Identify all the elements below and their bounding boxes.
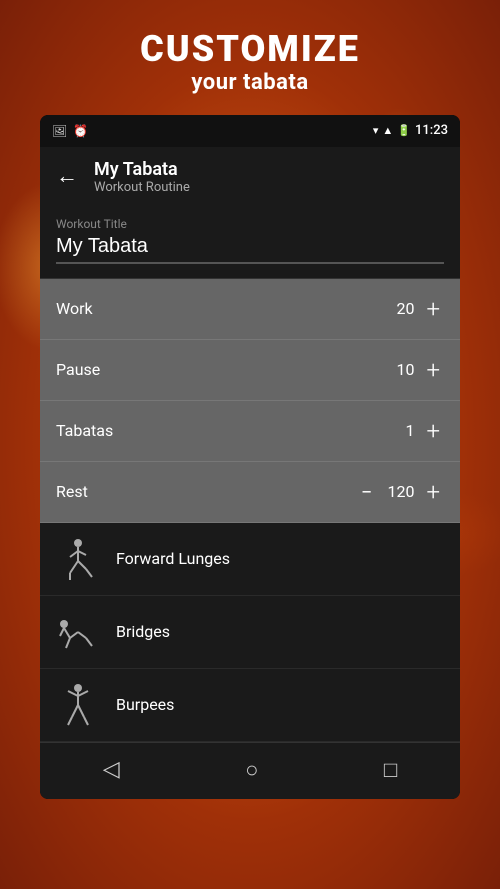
setting-label-pause: Pause	[56, 360, 100, 379]
app-bar-subtitle: Workout Routine	[94, 180, 190, 195]
back-button[interactable]: ←	[56, 166, 78, 188]
exercises-section: Forward Lunges Bridges	[40, 523, 460, 742]
setting-label-work: Work	[56, 299, 93, 318]
wifi-icon: ▾	[373, 124, 379, 137]
exercise-row-lunges[interactable]: Forward Lunges	[40, 523, 460, 596]
setting-row-pause: Pause 10 +	[40, 340, 460, 401]
setting-controls-work: 20 +	[384, 295, 444, 323]
rest-plus-button[interactable]: +	[422, 478, 444, 506]
setting-row-work: Work 20 +	[40, 279, 460, 340]
setting-controls-rest: − 120 +	[357, 478, 444, 506]
status-left-icons: 🖼 ⏰	[52, 124, 88, 138]
setting-row-tabatas: Tabatas 1 +	[40, 401, 460, 462]
phone-frame: 🖼 ⏰ ▾ ▲ 🔋 11:23 ← My Tabata Workout Rout…	[40, 115, 460, 799]
pause-plus-button[interactable]: +	[422, 356, 444, 384]
alarm-icon: ⏰	[73, 124, 88, 138]
status-time: 11:23	[415, 123, 448, 138]
setting-controls-tabatas: 1 +	[384, 417, 444, 445]
setting-value-work: 20	[384, 299, 414, 318]
header-title: CUSTOMIZE	[0, 30, 500, 70]
setting-controls-pause: 10 +	[384, 356, 444, 384]
tabatas-plus-button[interactable]: +	[422, 417, 444, 445]
settings-section: Work 20 + Pause 10 + Tabatas 1 + Rest −	[40, 279, 460, 523]
setting-value-pause: 10	[384, 360, 414, 379]
setting-label-tabatas: Tabatas	[56, 421, 113, 440]
header-subtitle: your tabata	[0, 70, 500, 95]
setting-label-rest: Rest	[56, 482, 88, 501]
image-icon: 🖼	[52, 124, 67, 138]
setting-row-rest: Rest − 120 +	[40, 462, 460, 523]
workout-title-section: Workout Title	[40, 207, 460, 279]
app-bar: ← My Tabata Workout Routine	[40, 147, 460, 207]
workout-title-input[interactable]	[56, 235, 444, 264]
exercise-icon-lunges	[56, 537, 100, 581]
exercise-name-burpees: Burpees	[116, 695, 174, 714]
exercise-name-bridges: Bridges	[116, 622, 170, 641]
nav-home-button[interactable]: ○	[245, 757, 258, 783]
workout-title-label: Workout Title	[56, 217, 444, 231]
nav-recents-button[interactable]: □	[384, 757, 397, 783]
exercise-row-burpees[interactable]: Burpees	[40, 669, 460, 742]
exercise-name-lunges: Forward Lunges	[116, 549, 230, 568]
setting-value-rest: 120	[384, 482, 414, 501]
rest-minus-button[interactable]: −	[357, 480, 376, 504]
signal-icon: ▲	[382, 124, 393, 137]
exercise-row-bridges[interactable]: Bridges	[40, 596, 460, 669]
battery-icon: 🔋	[397, 124, 411, 137]
app-bar-titles: My Tabata Workout Routine	[94, 159, 190, 195]
exercise-icon-burpees	[56, 683, 100, 727]
exercise-icon-bridges	[56, 610, 100, 654]
work-plus-button[interactable]: +	[422, 295, 444, 323]
nav-back-button[interactable]: ◁	[103, 757, 120, 782]
setting-value-tabatas: 1	[384, 421, 414, 440]
app-bar-title: My Tabata	[94, 159, 190, 180]
nav-bar: ◁ ○ □	[40, 742, 460, 799]
status-right: ▾ ▲ 🔋 11:23	[373, 123, 448, 138]
header-section: CUSTOMIZE your tabata	[0, 0, 500, 115]
status-bar: 🖼 ⏰ ▾ ▲ 🔋 11:23	[40, 115, 460, 147]
